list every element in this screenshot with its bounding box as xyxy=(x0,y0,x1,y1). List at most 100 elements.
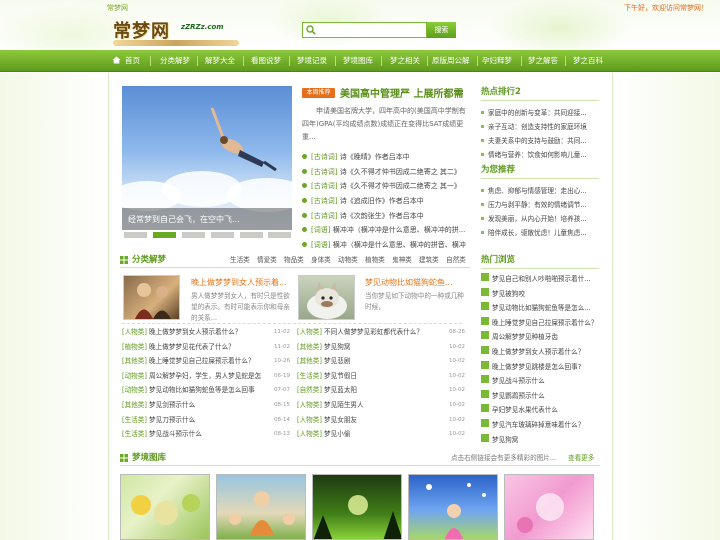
item-title[interactable]: 周公解梦孕妇，学生，男人梦见蛇是怎 xyxy=(149,372,261,380)
list-item[interactable]: 梦见自己和别人吵啪啪预示着什... xyxy=(481,272,601,287)
list-item[interactable]: 梦见鹦鹉预示什么 xyxy=(481,389,601,404)
list-item[interactable]: [生活类] 梦见刀预示什么 08-14 xyxy=(122,413,290,428)
list-item[interactable]: 发现美丽，从内心开始！培养孩... xyxy=(481,212,599,226)
list-item[interactable]: 晚上睡觉梦见自己拉屎预示着什么？ xyxy=(481,316,601,331)
news-item[interactable]: [古诗词] 诗《晚晴》作者吕本中 xyxy=(302,150,470,165)
section-title[interactable]: 分类解梦 xyxy=(132,252,166,268)
list-item[interactable]: 梦见汽车玻璃碎掉意味着什么？ xyxy=(481,418,601,433)
list-item[interactable]: 梦见动物比如猫狗蛇鱼等是怎么... xyxy=(481,301,601,316)
list-item[interactable]: 晚上做梦梦见跳楼是怎么回事? xyxy=(481,360,601,375)
search-button[interactable]: 搜索 xyxy=(427,22,456,38)
list-item[interactable]: 家庭中的创新与变革：共同迎接... xyxy=(481,106,599,120)
subcat-link[interactable]: 生活类 xyxy=(230,252,250,268)
news-category[interactable]: [词语] xyxy=(311,241,330,249)
list-item-text[interactable]: 梦见动物比如猫狗蛇鱼等是怎么... xyxy=(492,304,591,312)
item-category[interactable]: [人物类] xyxy=(297,416,322,424)
slide-caption[interactable]: 经常梦到自己会飞，在空中飞... xyxy=(128,214,240,225)
item-category[interactable]: [其他类] xyxy=(122,357,147,365)
list-item-text[interactable]: 晚上睡觉梦见自己拉屎预示着什么？ xyxy=(492,319,598,327)
news-category[interactable]: [词语] xyxy=(311,226,330,234)
slide-tab-active[interactable] xyxy=(153,232,176,238)
gallery-image[interactable] xyxy=(216,474,306,540)
item-category[interactable]: [自然类] xyxy=(297,386,322,394)
list-item-text[interactable]: 亲子互动：创造支持性的家庭环境 xyxy=(488,123,587,131)
nav-dream-answers[interactable]: 梦之解答 xyxy=(528,50,558,72)
list-item[interactable]: [生活类] 梦见节假日 10-02 xyxy=(297,369,465,384)
feature-title[interactable]: 晚上做梦梦到女人预示着... xyxy=(191,277,287,288)
slide-tab[interactable] xyxy=(124,232,147,238)
nav-category-dreams[interactable]: 分类解梦 xyxy=(160,50,190,72)
news-item[interactable]: [古诗词] 诗《次韵张生》作者吕本中 xyxy=(302,209,470,224)
slide-tab[interactable] xyxy=(240,232,263,238)
list-item[interactable]: 孕妇梦见水果代表什么 xyxy=(481,403,601,418)
list-item-text[interactable]: 夫妻关系中的支持与鼓励：共同... xyxy=(488,137,587,145)
item-title[interactable]: 晚上睡觉梦见自己拉屎预示着什么？ xyxy=(149,357,255,365)
list-item[interactable]: [其他类] 梦见狗窝 10-02 xyxy=(297,340,465,355)
news-item[interactable]: [古诗词] 诗《追成旧作》作者吕本中 xyxy=(302,194,470,209)
item-category[interactable]: [人物类] xyxy=(297,328,322,336)
list-item[interactable]: 陪伴成长，驱散忧虑！儿童焦虑... xyxy=(481,226,599,240)
news-title[interactable]: 诗《久不得才仲书因成二绝寄之 其一》 xyxy=(340,182,461,190)
item-title[interactable]: 梦见刀预示什么 xyxy=(149,416,195,424)
list-item[interactable]: 梦见狗窝 xyxy=(481,433,601,448)
item-title[interactable]: 梦见战斗预示什么 xyxy=(149,430,202,438)
slide-tab[interactable] xyxy=(182,232,205,238)
list-item-text[interactable]: 孕妇梦见水果代表什么 xyxy=(492,406,558,414)
item-category[interactable]: [动物类] xyxy=(122,386,147,394)
gallery-image[interactable] xyxy=(312,474,402,540)
list-item[interactable]: [人物类] 梦见陌生男人 10-02 xyxy=(297,398,465,413)
news-category[interactable]: [古诗词] xyxy=(311,197,337,205)
subcat-link[interactable]: 自然类 xyxy=(446,252,466,268)
item-category[interactable]: [其他类] xyxy=(297,343,322,351)
news-title[interactable]: 诗《晚晴》作者吕本中 xyxy=(340,153,410,161)
list-item[interactable]: 情绪与营养：饮食如何影响儿童... xyxy=(481,148,599,162)
news-title[interactable]: 诗《次韵张生》作者吕本中 xyxy=(340,212,424,220)
list-item-text[interactable]: 家庭中的创新与变革：共同迎接... xyxy=(488,109,587,117)
item-category[interactable]: [人物类] xyxy=(297,401,322,409)
list-item[interactable]: [人物类] 晚上做梦梦到女人预示着什么？ 11-02 xyxy=(122,325,290,340)
list-item-text[interactable]: 焦虑、抑郁与情感管理：走出心... xyxy=(488,187,587,195)
news-item[interactable]: [古诗词] 诗《久不得才仲书因成二绝寄之 其二》 xyxy=(302,165,470,180)
item-title[interactable]: 梦见剑预示什么 xyxy=(149,401,195,409)
item-category[interactable]: [其他类] xyxy=(297,357,322,365)
item-title[interactable]: 梦见蓝太阳 xyxy=(324,386,357,394)
nav-dream-records[interactable]: 梦境记录 xyxy=(297,50,327,72)
list-item[interactable]: [动物类] 梦见动物比如猫狗蛇鱼等是怎么回事 07-07 xyxy=(122,383,290,398)
list-item-text[interactable]: 情绪与营养：饮食如何影响儿童... xyxy=(488,151,587,159)
list-item[interactable]: 夫妻关系中的支持与鼓励：共同... xyxy=(481,134,599,148)
news-item[interactable]: [词语] 横冲（横冲是什么意思、横冲的拼音、横冲 xyxy=(302,238,470,253)
featured-headline[interactable]: 美国高中管理严 上展所都需 xyxy=(340,85,463,100)
subcat-link[interactable]: 建筑类 xyxy=(419,252,439,268)
subcat-link[interactable]: 鬼神类 xyxy=(392,252,412,268)
list-item-text[interactable]: 梦见狗窝 xyxy=(492,436,518,444)
list-item-text[interactable]: 周公解梦梦见种植牙齿 xyxy=(492,333,558,341)
news-category[interactable]: [古诗词] xyxy=(311,168,337,176)
list-item[interactable]: 周公解梦梦见种植牙齿 xyxy=(481,330,601,345)
site-logo[interactable]: 常梦网 zZRZz.com xyxy=(107,13,242,49)
nav-dream-gallery[interactable]: 梦境图库 xyxy=(343,50,373,72)
news-category[interactable]: [古诗词] xyxy=(311,182,337,190)
item-title[interactable]: 梦见悲剧 xyxy=(324,357,350,365)
nav-pregnancy-dreams[interactable]: 孕妇释梦 xyxy=(482,50,512,72)
item-category[interactable]: [生活类] xyxy=(122,430,147,438)
list-item[interactable]: [自然类] 梦见蓝太阳 10-02 xyxy=(297,383,465,398)
list-item[interactable]: [其他类] 晚上睡觉梦见自己拉屎预示着什么？ 10-26 xyxy=(122,354,290,369)
top-site-link[interactable]: 常梦网 xyxy=(107,3,128,13)
news-item[interactable]: [古诗词] 诗《久不得才仲书因成二绝寄之 其一》 xyxy=(302,179,470,194)
news-title[interactable]: 诗《久不得才仲书因成二绝寄之 其二》 xyxy=(340,168,461,176)
news-title[interactable]: 横冲（横冲是什么意思、横冲的拼音、横冲 xyxy=(333,241,466,249)
news-category[interactable]: [古诗词] xyxy=(311,212,337,220)
item-category[interactable]: [植物类] xyxy=(122,343,147,351)
list-item[interactable]: 焦虑、抑郁与情感管理：走出心... xyxy=(481,184,599,198)
list-item[interactable]: [动物类] 周公解梦孕妇，学生，男人梦见蛇是怎 06-19 xyxy=(122,369,290,384)
nav-dream-wiki[interactable]: 梦之百科 xyxy=(573,50,603,72)
nav-dream-encyclopedia[interactable]: 解梦大全 xyxy=(205,50,235,72)
list-item[interactable]: [其他类] 梦见悲剧 10-02 xyxy=(297,354,465,369)
item-title[interactable]: 不同人做梦梦见彩虹都代表什么？ xyxy=(324,328,423,336)
slideshow-image[interactable]: 经常梦到自己会飞，在空中飞... xyxy=(122,86,292,230)
item-category[interactable]: [人物类] xyxy=(122,328,147,336)
news-item[interactable]: [词语] 横冲冲（横冲冲是什么意思、横冲冲的拼... xyxy=(302,223,470,238)
gallery-more-link[interactable]: 查看更多 xyxy=(568,452,594,462)
list-item-text[interactable]: 梦见战斗预示什么 xyxy=(492,377,545,385)
list-item-text[interactable]: 发现美丽，从内心开始！培养孩... xyxy=(488,215,587,223)
